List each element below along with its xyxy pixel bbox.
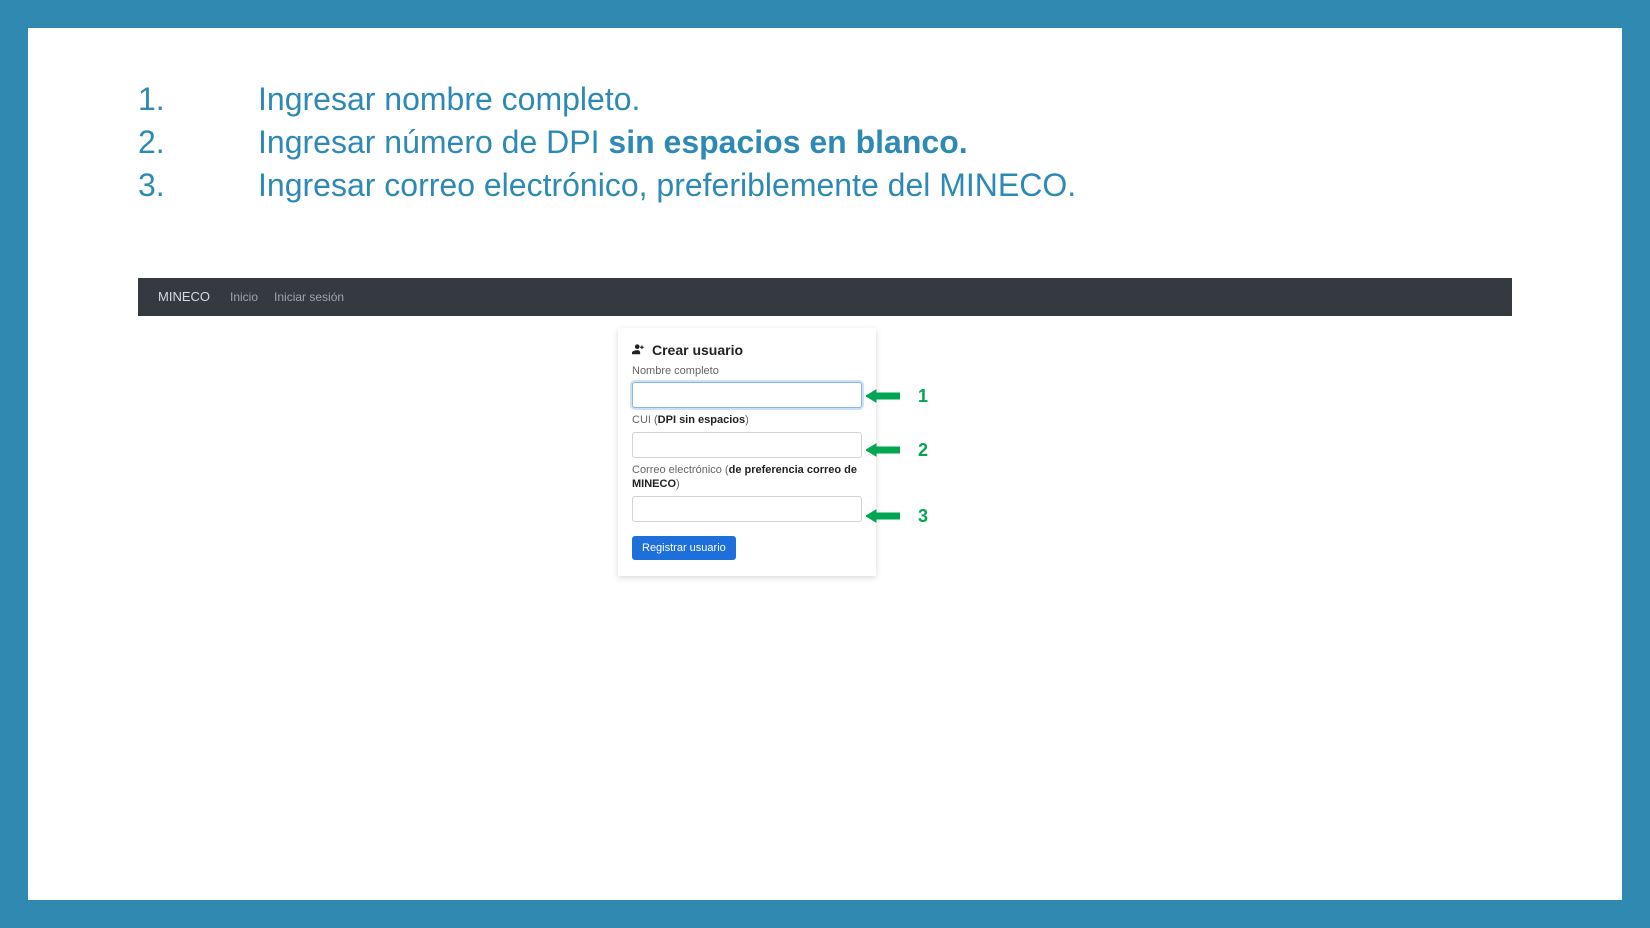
instruction-number: 1. bbox=[138, 78, 258, 121]
submit-button[interactable]: Registrar usuario bbox=[632, 536, 736, 560]
user-plus-icon bbox=[632, 342, 646, 359]
instruction-item: 1. Ingresar nombre completo. bbox=[138, 78, 1512, 121]
arrow-2: 2 bbox=[866, 440, 928, 461]
input-name[interactable] bbox=[632, 382, 862, 408]
instruction-number: 3. bbox=[138, 164, 258, 207]
nav-link-inicio[interactable]: Inicio bbox=[230, 290, 258, 304]
instruction-list: 1. Ingresar nombre completo. 2. Ingresar… bbox=[138, 78, 1512, 208]
instruction-item: 2. Ingresar número de DPI sin espacios e… bbox=[138, 121, 1512, 164]
instruction-number: 2. bbox=[138, 121, 258, 164]
app-screenshot: MINECO Inicio Iniciar sesión Crear usuar… bbox=[138, 278, 1512, 316]
card-title: Crear usuario bbox=[632, 342, 862, 359]
brand: MINECO bbox=[158, 289, 210, 304]
input-email[interactable] bbox=[632, 496, 862, 522]
instruction-text: Ingresar número de DPI sin espacios en b… bbox=[258, 121, 1512, 164]
instruction-text: Ingresar correo electrónico, preferiblem… bbox=[258, 164, 1512, 207]
arrow-1: 1 bbox=[866, 386, 928, 407]
label-name: Nombre completo bbox=[632, 365, 862, 379]
nav-link-iniciar-sesion[interactable]: Iniciar sesión bbox=[274, 290, 344, 304]
arrow-3: 3 bbox=[866, 506, 928, 527]
label-cui: CUI (DPI sin espacios) bbox=[632, 414, 862, 428]
input-cui[interactable] bbox=[632, 432, 862, 458]
create-user-card: Crear usuario Nombre completo CUI (DPI s… bbox=[618, 328, 876, 576]
instruction-text: Ingresar nombre completo. bbox=[258, 78, 1512, 121]
instruction-item: 3. Ingresar correo electrónico, preferib… bbox=[138, 164, 1512, 207]
label-email: Correo electrónico (de preferencia corre… bbox=[632, 464, 862, 492]
navbar: MINECO Inicio Iniciar sesión bbox=[138, 278, 1512, 316]
